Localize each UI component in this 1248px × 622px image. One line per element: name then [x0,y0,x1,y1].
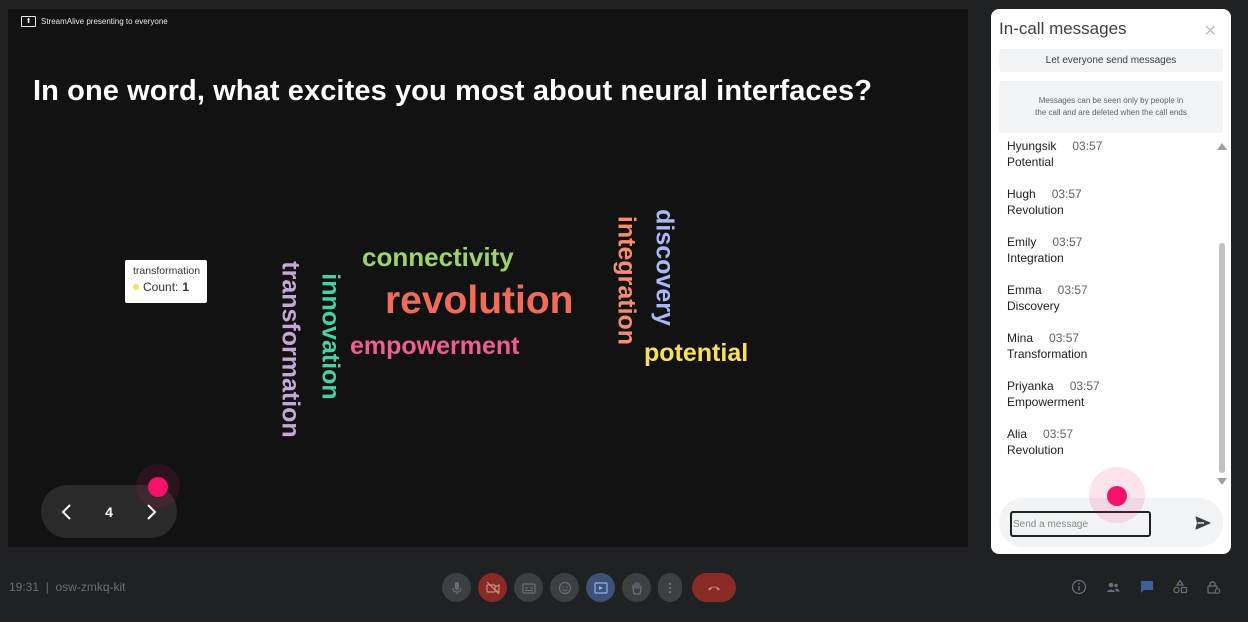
message-text: Revolution [1007,443,1064,457]
raise-hand-icon[interactable] [622,573,651,602]
scrollbar-thumb[interactable] [1219,243,1225,473]
slide-question: In one word, what excites you most about… [33,75,873,107]
send-icon[interactable] [1193,513,1213,533]
meet-window: ⬆ StreamAlive presenting to everyone In … [0,0,1248,622]
people-icon[interactable] [1103,577,1123,597]
lock-icon[interactable] [1203,577,1223,597]
chat-icon[interactable] [1137,577,1157,597]
close-icon[interactable]: ✕ [1204,21,1217,41]
message-sender: Alia [1007,427,1028,441]
message-time: 03:57 [1049,331,1080,345]
cursor-dot [148,477,168,497]
chat-message: Hyungsik 03:57 Potential [1007,139,1212,187]
chat-panel: In-call messages ✕ Let everyone send mes… [991,9,1231,554]
presentation-stage: ⬆ StreamAlive presenting to everyone In … [8,9,968,547]
message-time: 03:57 [1043,427,1074,441]
message-time: 03:57 [1069,379,1100,393]
legend-dot [133,284,139,290]
tooltip-count-value: 1 [182,280,190,294]
word-cloud-word: potential [644,339,749,367]
message-time: 03:57 [1052,235,1083,249]
scroll-up-arrow[interactable] [1217,143,1227,150]
scroll-down-arrow[interactable] [1217,478,1227,485]
message-sender: Emma [1007,283,1042,297]
message-text: Potential [1007,155,1054,169]
message-time: 03:57 [1072,139,1103,153]
message-sender: Priyanka [1007,379,1054,393]
message-text: Discovery [1007,299,1060,313]
tooltip-count-label: Count: [143,280,179,294]
meeting-info: 19:31 | osw-zmkq-kit [9,580,126,594]
chat-notice: Messages can be seen only by people in t… [999,81,1223,133]
message-time: 03:57 [1051,187,1082,201]
captions-icon[interactable] [514,573,543,602]
presenting-label: StreamAlive presenting to everyone [41,17,168,26]
tooltip-title: transformation [133,265,201,277]
word-cloud-word: innovation [316,273,345,400]
word-cloud-word: transformation [276,261,305,438]
message-sender: Mina [1007,331,1034,345]
chat-message: Priyanka 03:57 Empowerment [1007,379,1212,427]
mic-icon[interactable] [442,573,471,602]
end-call-icon[interactable] [692,573,736,602]
page-number: 4 [105,503,113,520]
emoji-icon[interactable] [550,573,579,602]
message-text: Revolution [1007,203,1064,217]
chat-message: Emma 03:57 Discovery [1007,283,1212,331]
panel-title: In-call messages [999,19,1127,38]
chat-message: Mina 03:57 Transformation [1007,331,1212,379]
word-cloud-word: empowerment [350,332,520,360]
word-cloud-word: connectivity [362,242,514,272]
activities-icon[interactable] [1170,577,1190,597]
word-cloud-word: integration [612,215,641,346]
present-icon[interactable] [586,573,615,602]
chat-message: Emily 03:57 Integration [1007,235,1212,283]
message-text: Transformation [1007,347,1088,361]
cursor-dot [1107,486,1127,506]
word-tooltip: transformation Count: 1 [125,260,207,303]
message-time: 03:57 [1057,283,1088,297]
info-icon[interactable] [1069,577,1089,597]
camera-off-icon[interactable] [478,573,507,602]
word-cloud-word: revolution [385,279,574,322]
presenting-banner: ⬆ StreamAlive presenting to everyone [21,16,168,27]
message-sender: Hyungsik [1007,139,1057,153]
message-sender: Hugh [1007,187,1036,201]
message-sender: Emily [1007,235,1037,249]
let-everyone-send-toggle[interactable]: Let everyone send messages [999,49,1223,72]
chevron-left-icon[interactable] [52,497,82,527]
chat-message: Hugh 03:57 Revolution [1007,187,1212,235]
present-screen-icon: ⬆ [21,16,36,27]
message-list: Hyungsik 03:57 Potential Hugh 03:57 Revolu… [1007,139,1212,475]
message-text: Empowerment [1007,395,1085,409]
word-cloud-word: discovery [650,209,679,326]
meeting-toolbar: 19:31 | osw-zmkq-kit [0,555,1248,622]
message-text: Integration [1007,251,1064,265]
more-options-icon[interactable] [658,573,682,602]
